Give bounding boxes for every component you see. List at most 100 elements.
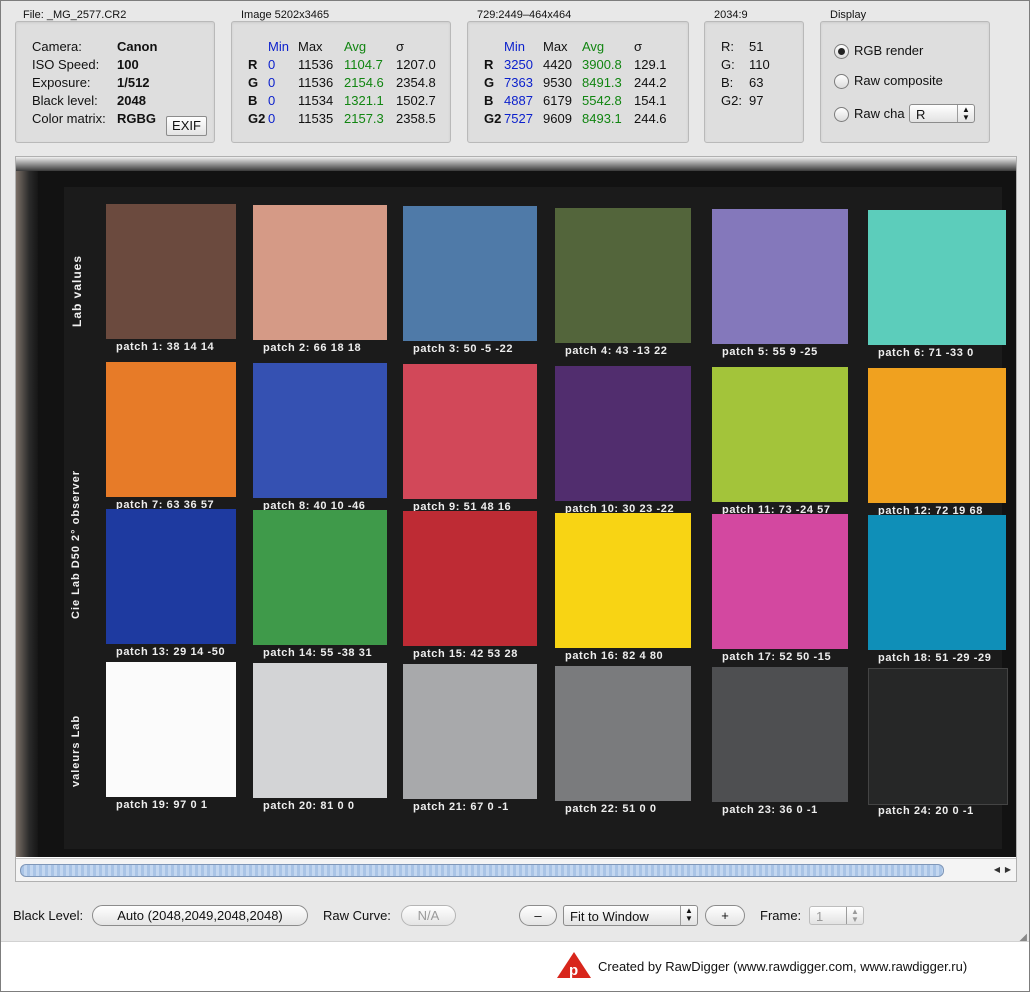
patch-label: patch 1: 38 14 14: [116, 341, 215, 353]
max-header: Max: [298, 39, 323, 54]
black-level-button[interactable]: Auto (2048,2049,2048,2048): [92, 905, 308, 926]
patch-label: patch 14: 55 -38 31: [263, 647, 373, 660]
scroll-left-icon[interactable]: ◀: [992, 864, 1002, 876]
pixel-channel-value: 97: [749, 93, 764, 108]
avg-value: 2157.3: [344, 111, 384, 126]
stepper-arrows-icon[interactable]: ▲ ▼: [846, 907, 863, 924]
color-checker-chart: patch 1: 38 14 14 patch 2: 66 18 18 patch …: [64, 187, 1008, 849]
color-patch: [555, 365, 691, 501]
channel-label: G2: [484, 111, 502, 126]
min-value: 0: [268, 111, 276, 126]
rgb-render-option[interactable]: RGB render: [834, 43, 984, 59]
color-patch: [403, 206, 537, 342]
sigma-value: 244.2: [634, 75, 667, 90]
min-header: Min: [268, 39, 289, 54]
pixel-channel-label: B:: [721, 75, 734, 90]
avg-header: Avg: [582, 39, 605, 54]
min-value: 0: [268, 57, 276, 72]
min-value: 7527: [504, 111, 533, 126]
sigma-value: 244.6: [634, 111, 667, 126]
scrollbar-thumb[interactable]: [20, 864, 944, 877]
avg-value: 8491.3: [582, 75, 622, 90]
channel-label: R: [248, 57, 258, 72]
raw-composite-option[interactable]: Raw composite: [834, 73, 984, 89]
black-level-control-label: Black Level:: [13, 908, 84, 923]
camera-label: Camera:: [32, 39, 82, 54]
exif-button[interactable]: EXIF: [166, 116, 207, 136]
min-value: 4887: [504, 93, 533, 108]
file-title: File: _MG_2577.CR2: [23, 9, 127, 21]
color-patch: [106, 662, 236, 797]
color-patch: [403, 664, 537, 800]
color-patch: [555, 207, 691, 343]
color-patch: [712, 666, 848, 802]
black-level-label: Black level:: [32, 93, 98, 108]
avg-value: 3900.8: [582, 57, 622, 72]
color-matrix-value: RGBG: [117, 111, 156, 126]
raw-photo[interactable]: patch 1: 38 14 14 patch 2: 66 18 18 patch …: [16, 157, 1016, 857]
patch-label: patch 17: 52 50 -15: [722, 650, 832, 663]
channel-label: B: [248, 93, 258, 108]
patch-label: patch 3: 50 -5 -22: [413, 343, 514, 356]
max-value: 4420: [543, 57, 572, 72]
patch-label: patch 5: 55 9 -25: [722, 345, 818, 358]
min-header: Min: [504, 39, 525, 54]
color-patch: [712, 208, 848, 344]
max-value: 6179: [543, 93, 572, 108]
frame-stepper[interactable]: 1 ▲ ▼: [809, 906, 864, 925]
zoom-out-button[interactable]: –: [519, 905, 557, 926]
channel-label: G: [248, 75, 259, 90]
max-value: 9530: [543, 75, 572, 90]
zoom-select[interactable]: Fit to Window ▲ ▼: [563, 905, 698, 926]
channel-select[interactable]: R ▲ ▼: [909, 104, 975, 123]
exposure-value: 1/512: [117, 75, 150, 90]
patch-label: patch 4: 43 -13 22: [565, 344, 668, 357]
iso-label: ISO Speed:: [32, 57, 100, 72]
patch-label: patch 6: 71 -33 0: [878, 347, 974, 359]
zoom-select-arrows-icon: ▲ ▼: [680, 906, 697, 925]
image-viewer[interactable]: patch 1: 38 14 14 patch 2: 66 18 18 patch …: [15, 156, 1017, 882]
raw-curve-button[interactable]: N/A: [401, 905, 456, 926]
pixel-channel-value: 110: [749, 57, 770, 72]
raw-composite-radio[interactable]: [834, 74, 849, 89]
channel-label: B: [484, 93, 494, 108]
color-matrix-label: Color matrix:: [32, 111, 106, 126]
black-level-value: 2048: [117, 93, 146, 108]
patch-label: patch 21: 67 0 -1: [413, 801, 509, 814]
raw-channel-radio[interactable]: [834, 107, 849, 122]
rawdigger-logo-icon: p: [557, 952, 591, 979]
pixel-channel-value: 51: [749, 39, 764, 54]
side-text-lab-values: Lab values: [70, 254, 84, 327]
frame-value: 1: [816, 909, 824, 924]
patch-label: patch 19: 97 0 1: [116, 799, 208, 811]
patch-label: patch 13: 29 14 -50: [116, 646, 226, 658]
max-value: 9609: [543, 111, 572, 126]
select-arrows-icon: ▲ ▼: [957, 105, 974, 122]
horizontal-scrollbar[interactable]: ◀ ▶: [16, 858, 1016, 881]
raw-channel-label: Raw cha: [854, 106, 905, 121]
color-patch: [712, 513, 848, 649]
camera-value: Canon: [117, 39, 158, 54]
raw-composite-label: Raw composite: [854, 73, 943, 88]
zoom-in-button[interactable]: +: [705, 905, 745, 926]
pixel-channel-label: R:: [721, 39, 734, 54]
color-patch: [555, 665, 691, 801]
channel-select-value: R: [916, 107, 926, 122]
color-patch: [868, 368, 1006, 503]
color-patch: [253, 663, 387, 799]
color-patch: [868, 668, 1008, 805]
patch-label: patch 24: 20 0 -1: [878, 805, 974, 817]
patch-label: patch 23: 36 0 -1: [722, 803, 818, 816]
min-value: 0: [268, 93, 276, 108]
pixel-values-group: 2034:9 R: 51 G: 110 B: 63 G2: 97: [704, 9, 804, 144]
sigma-value: 2358.5: [396, 111, 436, 126]
scroll-right-icon[interactable]: ▶: [1003, 864, 1013, 876]
sigma-header: σ: [396, 39, 405, 54]
patch-label: patch 20: 81 0 0: [263, 800, 355, 813]
side-text-valeurs: valeurs Lab: [70, 714, 82, 787]
color-patch: [555, 512, 691, 648]
rgb-render-radio[interactable]: [834, 44, 849, 59]
max-value: 11536: [298, 75, 334, 90]
max-value: 11536: [298, 57, 334, 72]
image-stats-title: Image 5202x3465: [241, 9, 330, 21]
